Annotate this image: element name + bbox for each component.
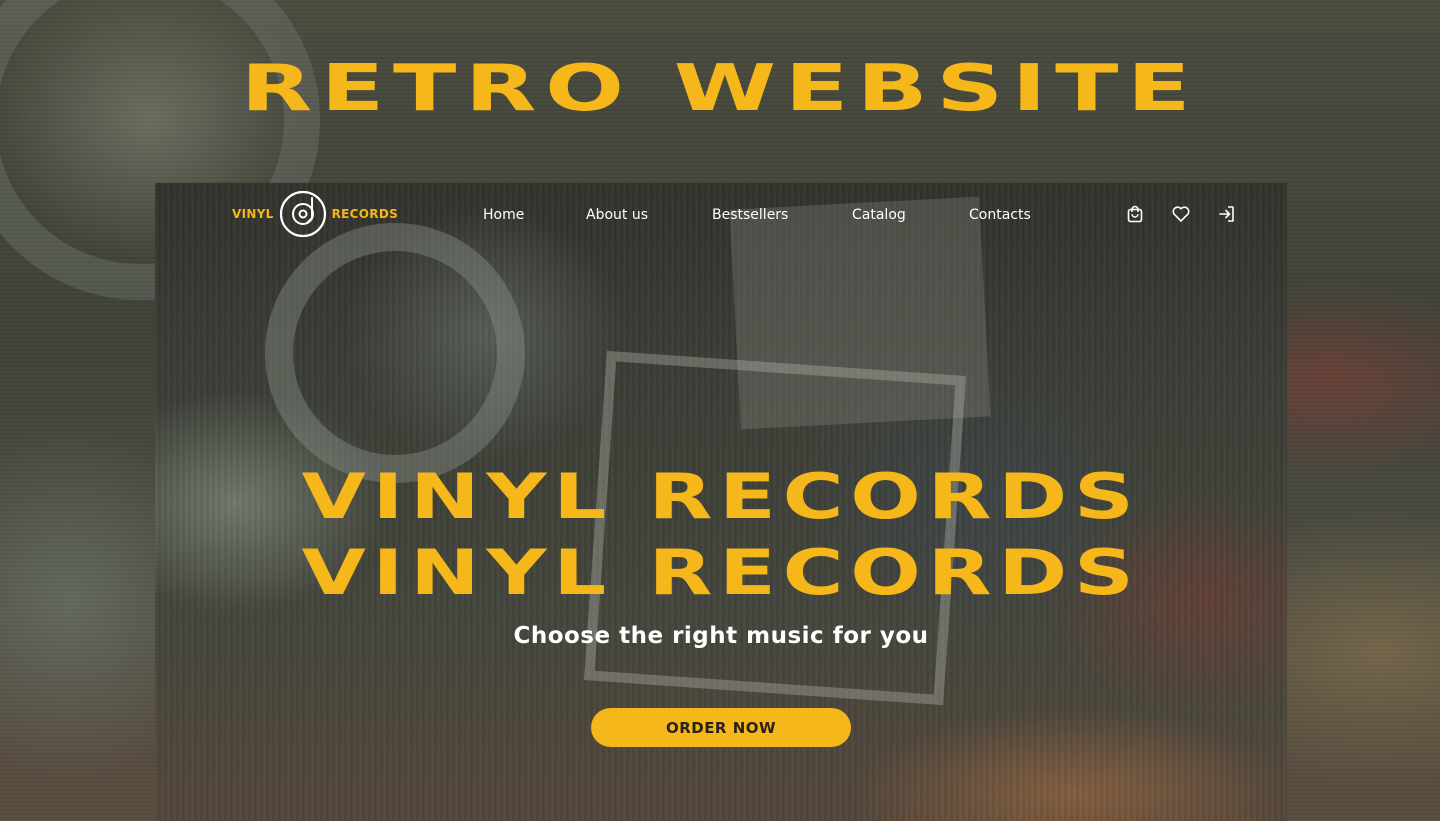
nav-icons <box>1125 204 1237 224</box>
nav-links: Home About us Bestsellers Catalog Contac… <box>155 205 1287 225</box>
heart-icon[interactable] <box>1171 204 1191 224</box>
order-now-button[interactable]: ORDER NOW <box>591 708 851 747</box>
login-icon[interactable] <box>1217 204 1237 224</box>
nav-link-about-us[interactable]: About us <box>586 205 648 225</box>
page-heading: RETRO WEBSITE <box>240 52 1200 126</box>
nav-link-home[interactable]: Home <box>483 205 524 225</box>
shopping-bag-icon[interactable] <box>1125 204 1145 224</box>
nav-link-bestsellers[interactable]: Bestsellers <box>712 205 788 225</box>
hero-title-line-1: VINYL RECORDS <box>301 460 1141 533</box>
hero-title-line-2: VINYL RECORDS <box>301 536 1141 609</box>
navbar: VINYL RECORDS Home About us Bestsellers … <box>155 183 1287 245</box>
website-mockup: VINYL RECORDS Home About us Bestsellers … <box>155 183 1287 821</box>
nav-link-catalog[interactable]: Catalog <box>852 205 906 225</box>
hero-subtitle: Choose the right music for you <box>513 623 929 649</box>
nav-link-contacts[interactable]: Contacts <box>969 205 1031 225</box>
hero-wheel-shape <box>265 223 525 483</box>
hero-title: VINYL RECORDS VINYL RECORDS <box>155 459 1287 611</box>
